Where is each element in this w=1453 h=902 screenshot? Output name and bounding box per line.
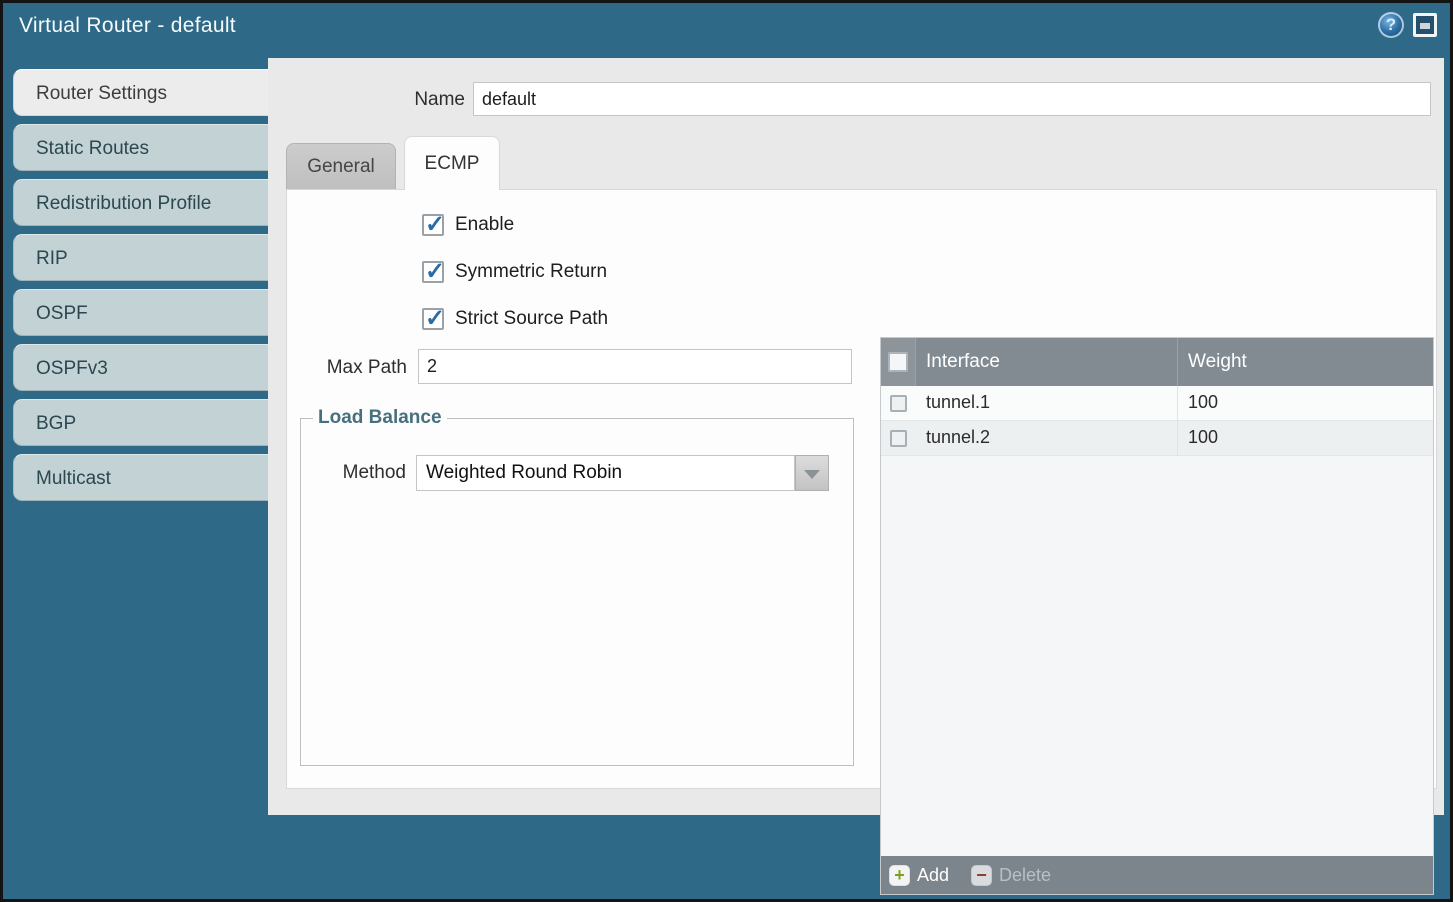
select-all-cell[interactable] bbox=[881, 338, 916, 386]
symmetric-return-label: Symmetric Return bbox=[455, 261, 607, 283]
interface-table: Interface Weight tunnel.1 100 tunnel.2 1… bbox=[880, 337, 1434, 895]
delete-minus-icon: − bbox=[971, 865, 992, 886]
method-row: Method bbox=[301, 455, 853, 491]
method-label: Method bbox=[321, 462, 406, 484]
table-row[interactable]: tunnel.1 100 bbox=[881, 386, 1433, 421]
delete-label: Delete bbox=[999, 865, 1051, 886]
weight-cell[interactable]: 100 bbox=[1178, 386, 1433, 420]
add-button[interactable]: + Add bbox=[889, 865, 949, 886]
method-select[interactable] bbox=[416, 455, 795, 491]
virtual-router-dialog: Virtual Router - default ? Router Settin… bbox=[0, 0, 1453, 902]
symmetric-return-checkbox[interactable] bbox=[422, 261, 444, 283]
row-checkbox-cell[interactable] bbox=[881, 386, 916, 420]
row-checkbox[interactable] bbox=[890, 430, 907, 447]
enable-label: Enable bbox=[455, 214, 514, 236]
ecmp-tab-panel: Enable Symmetric Return Strict Source Pa… bbox=[286, 189, 1437, 789]
select-all-checkbox[interactable] bbox=[888, 352, 908, 372]
strict-source-path-row: Strict Source Path bbox=[422, 308, 608, 330]
table-empty-area bbox=[881, 456, 1433, 856]
titlebar: Virtual Router - default ? bbox=[3, 3, 1450, 49]
sidebar-item-rip[interactable]: RIP bbox=[13, 234, 268, 281]
delete-button[interactable]: − Delete bbox=[971, 865, 1051, 886]
sidebar-item-router-settings[interactable]: Router Settings bbox=[13, 69, 268, 116]
weight-column-header[interactable]: Weight bbox=[1178, 338, 1433, 386]
table-row[interactable]: tunnel.2 100 bbox=[881, 421, 1433, 456]
sidebar-item-redistribution-profile[interactable]: Redistribution Profile bbox=[13, 179, 268, 226]
name-label: Name bbox=[413, 89, 465, 111]
help-icon[interactable]: ? bbox=[1378, 12, 1404, 38]
add-label: Add bbox=[917, 865, 949, 886]
tab-ecmp[interactable]: ECMP bbox=[404, 136, 500, 190]
enable-row: Enable bbox=[422, 214, 514, 236]
load-balance-legend: Load Balance bbox=[313, 407, 447, 429]
content-panel: Name General ECMP Enable Symmetric Retur… bbox=[268, 58, 1444, 815]
interface-cell[interactable]: tunnel.1 bbox=[916, 386, 1178, 420]
sidebar: Router Settings Static Routes Redistribu… bbox=[13, 69, 268, 509]
sidebar-item-static-routes[interactable]: Static Routes bbox=[13, 124, 268, 171]
restore-window-icon[interactable] bbox=[1413, 13, 1437, 37]
row-checkbox-cell[interactable] bbox=[881, 421, 916, 455]
chevron-down-icon[interactable] bbox=[795, 455, 829, 491]
max-path-label: Max Path bbox=[287, 357, 407, 379]
name-input[interactable] bbox=[473, 82, 1431, 116]
table-footer: + Add − Delete bbox=[881, 856, 1433, 894]
enable-checkbox[interactable] bbox=[422, 214, 444, 236]
add-plus-icon: + bbox=[889, 865, 910, 886]
dialog-title: Virtual Router - default bbox=[19, 14, 236, 38]
sidebar-item-bgp[interactable]: BGP bbox=[13, 399, 268, 446]
strict-source-path-label: Strict Source Path bbox=[455, 308, 608, 330]
sidebar-item-ospf[interactable]: OSPF bbox=[13, 289, 268, 336]
row-checkbox[interactable] bbox=[890, 395, 907, 412]
sidebar-item-ospfv3[interactable]: OSPFv3 bbox=[13, 344, 268, 391]
symmetric-return-row: Symmetric Return bbox=[422, 261, 607, 283]
max-path-input[interactable] bbox=[418, 349, 852, 384]
sidebar-item-multicast[interactable]: Multicast bbox=[13, 454, 268, 501]
table-header: Interface Weight bbox=[881, 338, 1433, 386]
weight-cell[interactable]: 100 bbox=[1178, 421, 1433, 455]
tab-general[interactable]: General bbox=[286, 143, 396, 189]
strict-source-path-checkbox[interactable] bbox=[422, 308, 444, 330]
interface-cell[interactable]: tunnel.2 bbox=[916, 421, 1178, 455]
load-balance-fieldset: Load Balance Method bbox=[300, 407, 854, 766]
interface-column-header[interactable]: Interface bbox=[916, 338, 1178, 386]
